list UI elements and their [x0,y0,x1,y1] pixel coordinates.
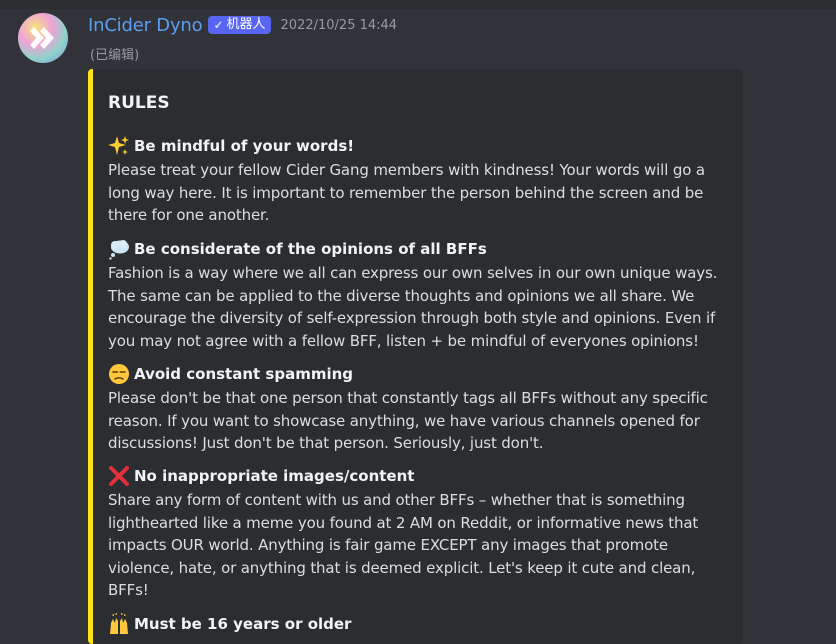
dyno-logo-icon [30,27,54,49]
rule-title: No inappropriate images/content [134,467,415,485]
chat-message: InCider Dyno ✓ 机器人 2022/10/25 14:44 (已编辑… [0,9,836,644]
rule-item: Be considerate of the opinions of all BF… [108,238,728,352]
rule-body: Share any form of content with us and ot… [108,491,699,599]
timestamp[interactable]: 2022/10/25 14:44 [281,18,398,33]
raised-hands-icon [108,612,130,635]
rule-title-row: No inappropriate images/content [108,465,728,487]
edited-label: (已编辑) [90,48,140,63]
embed-title: RULES [108,93,170,113]
rules-embed: RULES Be mindful of your words! Please t… [88,69,743,644]
message-header: InCider Dyno ✓ 机器人 2022/10/25 14:44 [88,13,397,37]
bot-badge: ✓ 机器人 [208,16,271,34]
bot-badge-label: 机器人 [226,17,266,32]
rule-item: Be mindful of your words! Please treat y… [108,135,728,227]
rule-title: Avoid constant spamming [134,365,354,383]
rule-title: Be mindful of your words! [134,137,355,155]
rule-body: Please treat your fellow Cider Gang memb… [108,161,705,224]
sparkles-icon [108,135,130,157]
rule-title: Be considerate of the opinions of all BF… [134,240,487,258]
rule-item: Must be 16 years or older [108,612,728,637]
cross-mark-icon [108,465,130,487]
unamused-face-icon [108,363,130,385]
avatar[interactable] [18,13,68,63]
rule-title-row: Must be 16 years or older [108,612,728,635]
rule-item: No inappropriate images/content Share an… [108,465,728,602]
rule-title-row: Avoid constant spamming [108,363,728,385]
rule-body: Fashion is a way where we all can expres… [108,264,718,350]
thought-balloon-icon [108,238,130,260]
rule-title: Must be 16 years or older [134,615,352,633]
top-bar [0,0,836,9]
username[interactable]: InCider Dyno [88,15,203,36]
rule-title-row: Be mindful of your words! [108,135,728,157]
rule-item: Avoid constant spamming Please don't be … [108,363,728,455]
verified-check-icon: ✓ [213,18,224,32]
rule-body: Please don't be that one person that con… [108,389,708,452]
rule-title-row: Be considerate of the opinions of all BF… [108,238,728,260]
